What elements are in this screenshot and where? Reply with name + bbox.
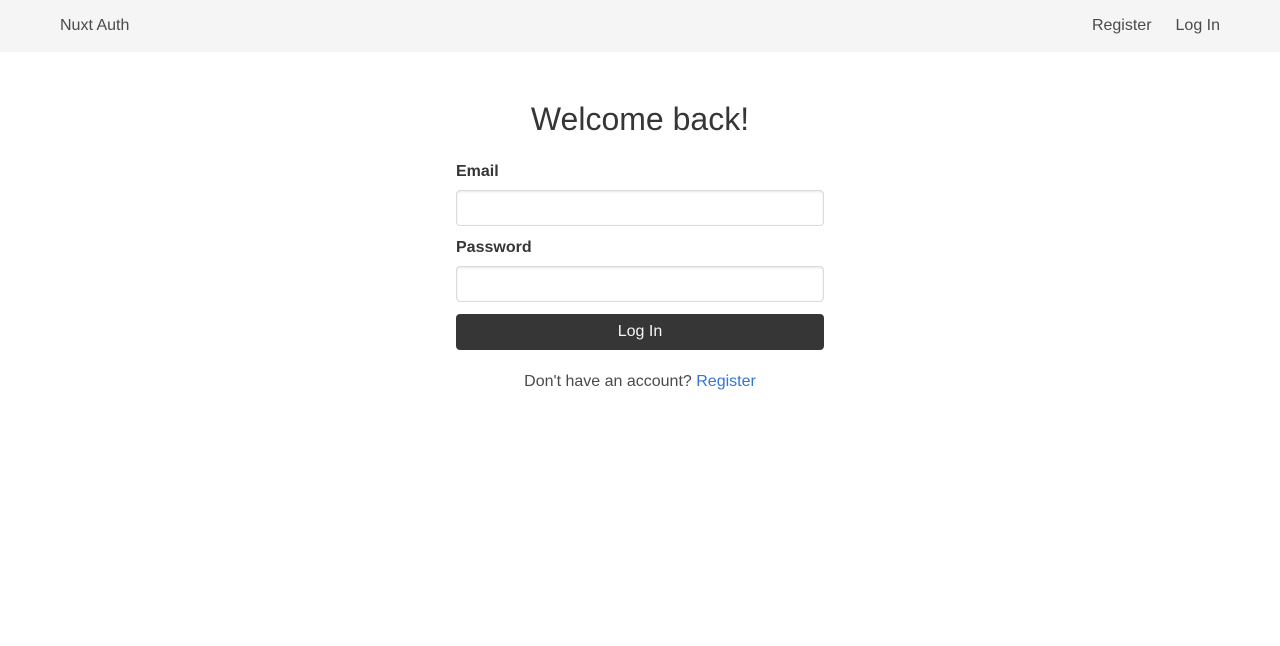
- password-label: Password: [456, 239, 532, 256]
- brand-link[interactable]: Nuxt Auth: [60, 0, 129, 52]
- signup-register-link[interactable]: Register: [696, 373, 756, 390]
- navbar-menu: Register Log In: [1092, 0, 1220, 52]
- nav-register-link[interactable]: Register: [1092, 0, 1152, 52]
- main-content: Welcome back! Email Password Log In Don'…: [0, 52, 1280, 392]
- nav-login-link[interactable]: Log In: [1176, 0, 1220, 52]
- email-label: Email: [456, 163, 499, 180]
- navbar: Nuxt Auth Register Log In: [0, 0, 1280, 52]
- signup-prompt: Don't have an account? Register: [456, 372, 824, 392]
- password-field[interactable]: [456, 266, 824, 302]
- email-field[interactable]: [456, 190, 824, 226]
- page-title: Welcome back!: [530, 101, 750, 137]
- login-button[interactable]: Log In: [456, 314, 824, 350]
- signup-prompt-text: Don't have an account?: [524, 373, 692, 390]
- login-form: Welcome back! Email Password Log In Don'…: [456, 100, 824, 392]
